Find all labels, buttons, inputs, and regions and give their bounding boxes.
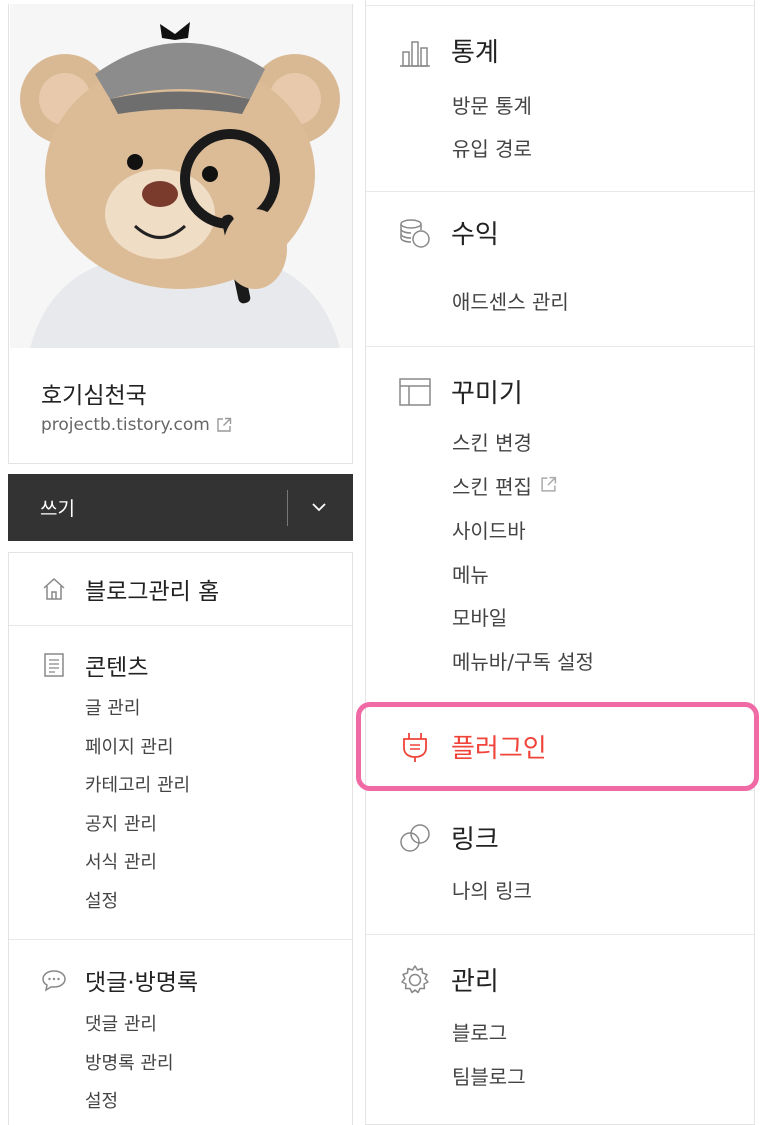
layout-icon bbox=[398, 375, 432, 409]
menu-manage-label[interactable]: 관리 bbox=[451, 961, 499, 998]
submenu-item[interactable]: 설정 bbox=[85, 883, 352, 922]
gear-icon bbox=[398, 963, 432, 997]
document-icon bbox=[41, 652, 67, 678]
external-link-icon[interactable] bbox=[540, 474, 557, 498]
menu-group-contents: 콘텐츠 글 관리 페이지 관리 카테고리 관리 공지 관리 서식 관리 설정 bbox=[9, 626, 352, 940]
submenu-item[interactable]: 서식 관리 bbox=[85, 844, 352, 883]
link-icon bbox=[398, 821, 432, 855]
menu-stats-label[interactable]: 통계 bbox=[451, 32, 499, 69]
menu-stats[interactable]: 통계 bbox=[398, 32, 499, 69]
menu-home[interactable]: 블로그관리 홈 bbox=[9, 553, 352, 625]
submenu-item[interactable]: 방문 통계 bbox=[452, 90, 532, 119]
menu-link-label[interactable]: 링크 bbox=[451, 819, 499, 856]
menu-contents-label[interactable]: 콘텐츠 bbox=[85, 648, 148, 682]
submenu-item[interactable]: 카테고리 관리 bbox=[85, 767, 352, 806]
submenu-item[interactable]: 모바일 bbox=[452, 602, 507, 631]
menu-design-label[interactable]: 꾸미기 bbox=[451, 373, 523, 410]
external-link-icon[interactable] bbox=[216, 417, 232, 433]
chevron-down-icon[interactable] bbox=[310, 498, 328, 516]
menu-group-comments: 댓글·방명록 댓글 관리 방명록 관리 설정 bbox=[9, 940, 352, 1122]
menu-link[interactable]: 링크 bbox=[398, 819, 499, 856]
menu-group-stats: 통계 방문 통계 유입 경로 bbox=[366, 5, 754, 192]
menu-group-home: 블로그관리 홈 bbox=[9, 553, 352, 626]
submenu-item[interactable]: 나의 링크 bbox=[452, 875, 532, 904]
submenu-item[interactable]: 블로그 bbox=[452, 1017, 507, 1046]
menu-home-label[interactable]: 블로그관리 홈 bbox=[85, 572, 219, 606]
menu-manage[interactable]: 관리 bbox=[398, 961, 499, 998]
submenu-item[interactable]: 댓글 관리 bbox=[85, 1006, 352, 1045]
menu-design[interactable]: 꾸미기 bbox=[398, 373, 523, 410]
submenu-item[interactable]: 페이지 관리 bbox=[85, 729, 352, 768]
write-divider bbox=[287, 490, 288, 526]
submenu-item[interactable]: 방명록 관리 bbox=[85, 1045, 352, 1084]
blog-avatar[interactable] bbox=[10, 4, 352, 348]
write-button-bar: 쓰기 bbox=[8, 474, 353, 541]
blog-name[interactable]: 호기심천국 bbox=[41, 376, 147, 410]
blog-url-text[interactable]: projectb.tistory.com bbox=[41, 415, 210, 435]
blog-profile-card: 호기심천국 projectb.tistory.com bbox=[8, 4, 353, 464]
bar-chart-icon bbox=[398, 34, 432, 68]
plugin-highlight-box bbox=[356, 702, 759, 791]
submenu-item[interactable]: 공지 관리 bbox=[85, 806, 352, 845]
submenu-skin-edit[interactable]: 스킨 편집 bbox=[452, 471, 557, 500]
submenu-item[interactable]: 유입 경로 bbox=[452, 133, 532, 162]
submenu-item[interactable]: 메뉴 bbox=[452, 559, 489, 588]
menu-comments-label[interactable]: 댓글·방명록 bbox=[85, 963, 198, 997]
menu-revenue-label[interactable]: 수익 bbox=[451, 214, 499, 251]
submenu-item[interactable]: 설정 bbox=[85, 1083, 352, 1122]
blog-url-link[interactable]: projectb.tistory.com bbox=[41, 415, 232, 435]
left-menu: 블로그관리 홈 콘텐츠 글 관리 페이지 관리 카테고리 관리 공지 관리 서식… bbox=[8, 552, 353, 1125]
submenu-item[interactable]: 애드센스 관리 bbox=[452, 286, 569, 315]
home-icon bbox=[41, 576, 67, 602]
submenu-item[interactable]: 사이드바 bbox=[452, 515, 526, 544]
submenu-item[interactable]: 스킨 편집 bbox=[452, 471, 532, 500]
submenu-item[interactable]: 팀블로그 bbox=[452, 1061, 526, 1090]
speech-bubble-icon bbox=[41, 967, 67, 993]
menu-group-revenue: 수익 애드센스 관리 bbox=[366, 192, 754, 347]
submenu-item[interactable]: 메뉴바/구독 설정 bbox=[452, 646, 594, 675]
write-button[interactable]: 쓰기 bbox=[40, 494, 75, 521]
submenu-item[interactable]: 스킨 변경 bbox=[452, 427, 532, 456]
comments-submenu: 댓글 관리 방명록 관리 설정 bbox=[9, 1006, 352, 1122]
menu-revenue[interactable]: 수익 bbox=[398, 214, 499, 251]
menu-group-link: 링크 나의 링크 bbox=[366, 790, 754, 935]
submenu-item[interactable]: 글 관리 bbox=[85, 690, 352, 729]
menu-group-manage: 관리 블로그 팀블로그 bbox=[366, 935, 754, 1123]
menu-group-design: 꾸미기 스킨 변경 스킨 편집 사이드바 메뉴 모바일 메뉴바/구독 설정 bbox=[366, 347, 754, 704]
coins-icon bbox=[398, 216, 432, 250]
right-menu: 통계 방문 통계 유입 경로 수익 애드센스 관리 꾸미기 스킨 변경 스킨 편… bbox=[365, 0, 755, 1125]
contents-submenu: 글 관리 페이지 관리 카테고리 관리 공지 관리 서식 관리 설정 bbox=[9, 690, 352, 921]
